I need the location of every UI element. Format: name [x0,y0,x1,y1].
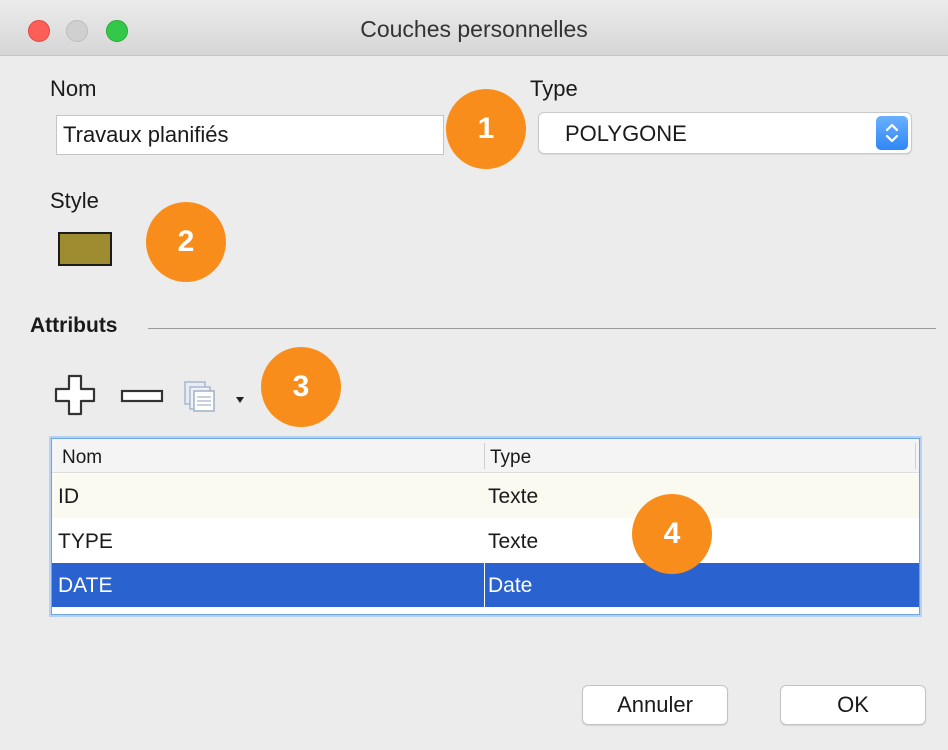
remove-attribute-button[interactable] [120,388,164,409]
copy-options-dropdown[interactable] [234,392,246,410]
dropdown-arrow-icon [236,397,244,403]
minus-icon [120,389,164,403]
callout-badge-4: 4 [632,494,712,574]
row-type-cell: Texte [488,485,539,508]
column-separator [484,563,485,607]
style-color-swatch[interactable] [58,232,112,266]
layer-name-input[interactable]: Travaux planifiés [56,115,444,155]
style-label: Style [50,188,99,213]
row-name-cell: DATE [58,574,113,597]
copy-attribute-button[interactable] [181,378,217,419]
cancel-button[interactable]: Annuler [582,685,728,725]
table-header: Nom Type [52,439,919,473]
type-select[interactable]: POLYGONE [538,112,912,154]
ok-button[interactable]: OK [780,685,926,725]
callout-badge-1: 1 [446,89,526,169]
row-name-cell: ID [58,485,79,508]
plus-icon [54,374,96,416]
callout-badge-2: 2 [146,202,226,282]
column-header-name[interactable]: Nom [62,447,102,469]
attributes-section-title: Attributs [30,314,118,337]
title-bar: Couches personnelles [0,0,948,56]
attributes-table: Nom Type ID Texte TYPE Texte DATE Date [51,438,920,615]
callout-badge-3: 3 [261,347,341,427]
add-attribute-button[interactable] [53,373,97,422]
column-separator [915,443,916,469]
name-label: Nom [50,76,97,101]
table-row[interactable]: TYPE Texte [52,519,919,563]
column-header-type[interactable]: Type [490,447,531,469]
table-row[interactable]: ID Texte [52,474,919,518]
column-separator [484,443,485,469]
row-type-cell: Date [488,574,533,597]
dialog-window: Couches personnelles Nom Travaux planifi… [0,0,948,750]
select-arrows-icon [876,116,908,150]
section-divider [148,328,936,329]
type-label: Type [530,76,578,101]
row-type-cell: Texte [488,530,539,553]
window-title: Couches personnelles [360,16,588,42]
row-name-cell: TYPE [58,530,113,553]
type-select-value: POLYGONE [565,121,687,146]
copy-icon [184,381,215,412]
table-row-selected[interactable]: DATE Date [52,563,919,607]
